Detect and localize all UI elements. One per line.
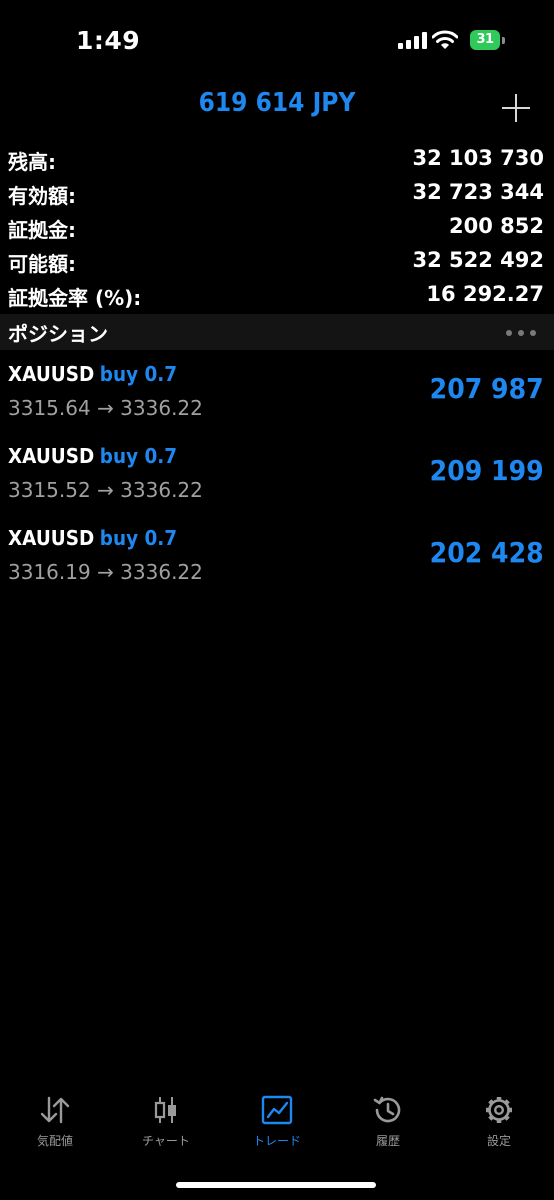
status-time: 1:49 — [76, 26, 141, 55]
account-summary: 残高: 32 103 730 有効額: 32 723 344 証拠金: 200 … — [0, 144, 554, 314]
tab-settings[interactable]: 設定 — [444, 1086, 554, 1156]
summary-value: 32 103 730 — [412, 146, 544, 170]
position-type: buy 0.7 — [99, 362, 178, 386]
position-prices: 3315.64 → 3336.22 — [8, 396, 203, 420]
summary-value: 16 292.27 — [426, 282, 544, 306]
wifi-icon — [432, 30, 458, 49]
summary-row-balance: 残高: 32 103 730 — [0, 144, 554, 178]
trade-chart-icon — [261, 1095, 293, 1125]
positions-list: XAUUSD buy 0.7 3315.64 → 3336.22 207 987 … — [0, 356, 554, 602]
tab-label: 気配値 — [36, 1134, 73, 1148]
status-bar: 1:49 31 — [0, 0, 554, 80]
position-type: buy 0.7 — [99, 444, 178, 468]
position-type: buy 0.7 — [99, 526, 178, 550]
history-icon — [373, 1096, 401, 1123]
position-symbol: XAUUSD — [8, 444, 95, 468]
summary-value: 32 723 344 — [412, 180, 544, 204]
tab-label: 設定 — [486, 1134, 511, 1148]
summary-row-equity: 有効額: 32 723 344 — [0, 178, 554, 212]
account-profit-title: 619 614 JPY — [198, 88, 356, 118]
position-symbol: XAUUSD — [8, 526, 95, 550]
position-prices: 3316.19 → 3336.22 — [8, 560, 203, 584]
candlestick-icon — [154, 1097, 176, 1123]
summary-label: 残高: — [8, 150, 56, 174]
tab-label: 履歴 — [375, 1134, 400, 1148]
position-symbol: XAUUSD — [8, 362, 95, 386]
position-profit: 207 987 — [430, 372, 544, 405]
more-icon[interactable] — [506, 330, 536, 336]
position-profit: 209 199 — [430, 454, 544, 487]
summary-value: 200 852 — [449, 214, 544, 238]
position-prices: 3315.52 → 3336.22 — [8, 478, 203, 502]
quotes-arrows-icon — [40, 1096, 70, 1124]
summary-row-free-margin: 可能額: 32 522 492 — [0, 246, 554, 280]
position-profit: 202 428 — [430, 536, 544, 569]
bottom-tab-bar: 気配値 チャート トレード 履歴 設定 — [0, 1086, 554, 1166]
tab-label: トレード — [252, 1134, 301, 1148]
summary-row-margin-level: 証拠金率 (%): 16 292.27 — [0, 280, 554, 314]
gear-icon — [486, 1097, 512, 1123]
battery-icon: 31 — [470, 30, 506, 50]
summary-label: 有効額: — [8, 184, 76, 208]
position-row[interactable]: XAUUSD buy 0.7 3315.64 → 3336.22 207 987 — [0, 356, 554, 438]
position-row[interactable]: XAUUSD buy 0.7 3316.19 → 3336.22 202 428 — [0, 520, 554, 602]
summary-row-margin: 証拠金: 200 852 — [0, 212, 554, 246]
cellular-signal-icon — [398, 32, 428, 49]
summary-label: 証拠金: — [8, 218, 76, 242]
home-indicator[interactable] — [176, 1182, 376, 1188]
position-row[interactable]: XAUUSD buy 0.7 3315.52 → 3336.22 209 199 — [0, 438, 554, 520]
positions-section-header: ポジション — [0, 314, 554, 350]
tab-history[interactable]: 履歴 — [333, 1086, 443, 1156]
battery-level: 31 — [470, 30, 500, 50]
tab-chart[interactable]: チャート — [111, 1086, 221, 1156]
summary-value: 32 522 492 — [412, 248, 544, 272]
summary-label: 可能額: — [8, 252, 76, 276]
tab-label: チャート — [142, 1134, 190, 1148]
tab-quotes[interactable]: 気配値 — [0, 1086, 110, 1156]
add-order-button[interactable] — [498, 90, 534, 126]
tab-trade[interactable]: トレード — [222, 1086, 332, 1156]
summary-label: 証拠金率 (%): — [8, 286, 142, 310]
section-title: ポジション — [8, 322, 108, 346]
